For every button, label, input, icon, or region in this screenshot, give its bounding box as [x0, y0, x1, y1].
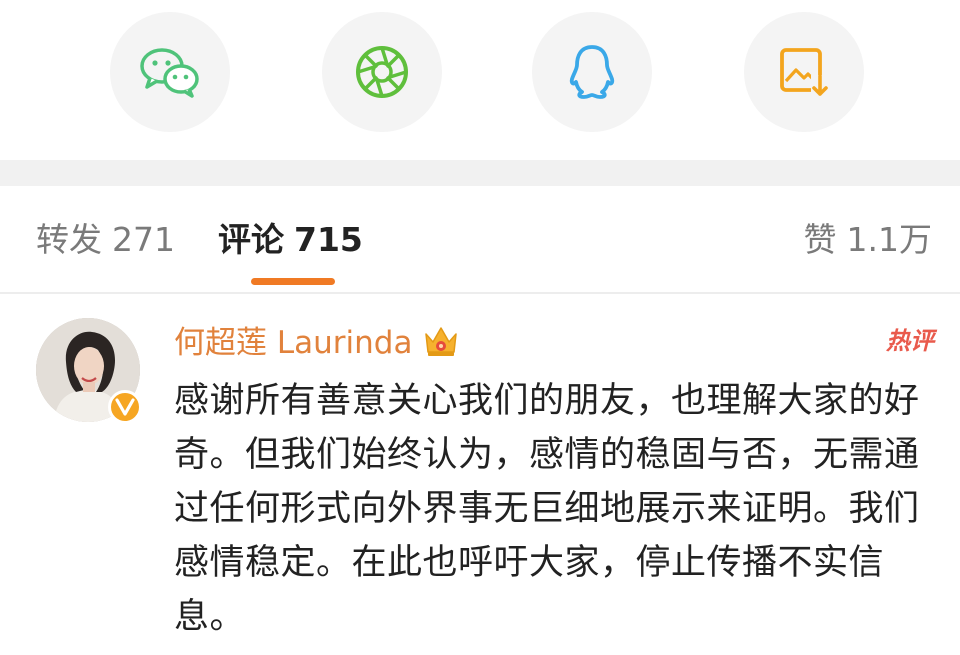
- comment-username[interactable]: 何超莲 Laurinda: [174, 323, 412, 363]
- save-image-icon: [777, 45, 831, 99]
- active-tab-indicator: [251, 278, 335, 285]
- hot-comment-badge: 热评: [886, 327, 934, 355]
- comment-text: 感谢所有善意关心我们的朋友，也理解大家的好奇。但我们始终认为，感情的稳固与否，无…: [174, 381, 920, 637]
- tab-likes-label: 赞: [803, 220, 837, 259]
- tab-comment-count: 715: [294, 220, 363, 259]
- share-qq-button[interactable]: [532, 12, 652, 132]
- tab-repost-label: 转发: [36, 220, 102, 259]
- save-image-button[interactable]: [744, 12, 864, 132]
- wechat-icon: [138, 44, 202, 100]
- moments-icon: [354, 44, 410, 100]
- tab-likes-count: 1.1万: [846, 220, 932, 259]
- comment-item: 何超莲 Laurinda 热评 感谢所有善意关心我们的朋友，也理解大家的好奇。但…: [0, 296, 960, 655]
- share-bar: [0, 0, 960, 160]
- tab-repost[interactable]: 转发 271: [36, 220, 175, 260]
- tab-comment[interactable]: 评论 715: [218, 220, 363, 260]
- crown-icon: [422, 324, 460, 362]
- section-divider: [0, 160, 960, 186]
- qq-icon: [567, 43, 617, 101]
- verified-badge-icon: [108, 390, 142, 424]
- comment-header: 何超莲 Laurinda: [174, 322, 460, 364]
- share-moments-button[interactable]: [322, 12, 442, 132]
- tab-comment-label: 评论: [218, 220, 284, 259]
- tab-likes[interactable]: 赞 1.1万: [804, 220, 932, 260]
- tab-repost-count: 271: [112, 220, 175, 259]
- share-wechat-button[interactable]: [110, 12, 230, 132]
- tab-bar: 转发 271 评论 715 赞 1.1万: [0, 186, 960, 294]
- avatar[interactable]: [36, 318, 142, 424]
